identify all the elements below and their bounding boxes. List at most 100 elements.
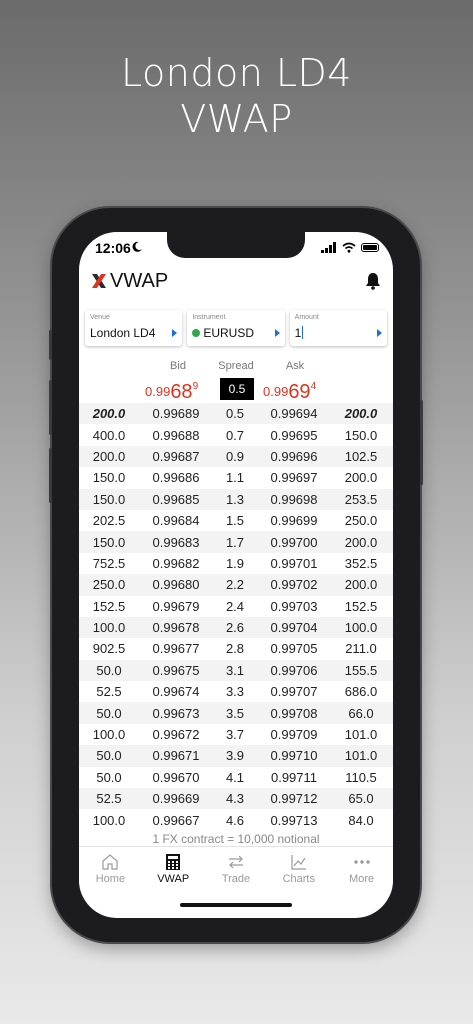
ladder-row[interactable]: 52.5 0.99674 3.3 0.99707 686.0 [79,681,393,702]
ladder-row[interactable]: 202.5 0.99684 1.5 0.99699 250.0 [79,510,393,531]
app-bar: VWAP [79,266,393,298]
footnote: 1 FX contract = 10,000 notional [152,832,320,846]
best-bid-price[interactable]: 0.99689 [145,381,198,404]
spread-value: 3.5 [225,705,245,721]
best-ask-sup: 4 [310,381,317,392]
bid-quantity: 100.0 [92,727,126,743]
ask-quantity: 152.5 [344,598,378,614]
venue-selector[interactable]: Venue London LD4 [85,310,183,346]
ask-quantity: 100.0 [344,620,378,636]
tab-more[interactable]: More [330,847,393,897]
spread-value: 1.9 [225,555,245,571]
ladder-row[interactable]: 100.0 0.99672 3.7 0.99709 101.0 [79,724,393,745]
bid-quantity: 100.0 [92,620,126,636]
instrument-arrow-icon [274,329,280,337]
ladder-row[interactable]: 50.0 0.99670 4.1 0.99711 110.5 [79,767,393,788]
ask-quantity: 250.0 [344,513,378,529]
bid-quantity: 50.0 [96,705,122,721]
bid-price: 0.99672 [152,727,200,743]
more-dots-icon [353,860,370,864]
spread-value: 2.8 [225,641,245,657]
tab-trade[interactable]: Trade [205,847,268,897]
bid-price: 0.99671 [152,748,200,764]
tab-charts[interactable]: Charts [267,847,330,897]
app-logo-icon [92,274,106,288]
bid-price: 0.99680 [152,577,200,593]
ladder-row[interactable]: 902.5 0.99677 2.8 0.99705 211.0 [79,638,393,659]
ladder-row[interactable]: 50.0 0.99673 3.5 0.99708 66.0 [79,702,393,724]
tab-home-label: Home [95,873,126,885]
bid-header: Bid [170,360,186,372]
ladder-row[interactable]: 752.5 0.99682 1.9 0.99701 352.5 [79,553,393,574]
tab-home[interactable]: Home [79,847,142,897]
spread-value: 0.5 [225,406,245,422]
bid-price: 0.99683 [152,534,200,550]
vwap-ladder: 200.0 0.99689 0.5 0.99694 200.0 400.0 0.99688 0… [79,403,393,831]
ask-quantity: 66.0 [348,705,374,721]
ask-quantity: 102.5 [344,448,378,464]
ask-price: 0.99705 [270,641,318,657]
ask-price: 0.99706 [270,662,318,678]
phone-power-button [420,400,423,485]
amount-field[interactable]: Amount 1 [289,310,387,346]
phone-volume-down [49,448,52,503]
ladder-row[interactable]: 150.0 0.99686 1.1 0.99697 200.0 [79,467,393,488]
bid-price: 0.99669 [152,791,200,807]
ask-price: 0.99699 [270,513,318,529]
bid-price: 0.99685 [152,491,200,507]
ask-header: Ask [285,360,305,372]
spread-value: 0.7 [225,427,245,443]
ladder-row[interactable]: 200.0 0.99689 0.5 0.99694 200.0 [79,403,393,425]
bell-icon[interactable] [365,272,381,290]
ladder-row[interactable]: 400.0 0.99688 0.7 0.99695 150.0 [79,424,393,445]
ladder-row[interactable]: 100.0 0.99678 2.6 0.99704 100.0 [79,616,393,639]
ladder-row[interactable]: 52.5 0.99669 4.3 0.99712 65.0 [79,788,393,810]
bid-quantity: 250.0 [92,577,126,593]
ask-price: 0.99704 [270,620,318,636]
venue-arrow-icon [172,329,178,337]
ask-quantity: 211.0 [345,641,377,657]
bid-price: 0.99686 [152,470,200,486]
home-indicator[interactable] [180,903,292,907]
bid-price: 0.99682 [152,555,200,571]
status-dot-icon [192,329,201,337]
promo-line-2: VWAP [180,97,293,141]
ladder-row[interactable]: 50.0 0.99675 3.1 0.99706 155.5 [79,659,393,682]
bid-quantity: 100.0 [92,812,126,828]
bid-price: 0.99670 [152,769,200,785]
ladder-row[interactable]: 150.0 0.99685 1.3 0.99698 253.5 [79,488,393,510]
bid-price: 0.99675 [152,662,200,678]
spread-value: 3.3 [225,684,245,700]
promo-heading: London LD4 VWAP [0,50,473,142]
best-bid-sup: 9 [192,381,199,392]
ask-quantity: 101.0 [344,727,378,743]
tab-vwap[interactable]: VWAP [142,847,205,897]
instrument-selector[interactable]: Instrument EURUSD [187,310,285,346]
ask-price: 0.99696 [270,448,318,464]
amount-value: 1 [294,326,302,340]
ladder-row[interactable]: 250.0 0.99680 2.2 0.99702 200.0 [79,574,393,596]
ladder-row[interactable]: 152.5 0.99679 2.4 0.99703 152.5 [79,596,393,617]
spread-value: 4.1 [225,769,245,785]
ask-quantity: 84.0 [348,812,374,828]
status-right [321,242,379,253]
instrument-label: Instrument [192,314,226,321]
bid-quantity: 150.0 [92,491,126,507]
ask-price: 0.99695 [270,427,318,443]
ask-quantity: 110.5 [345,769,377,785]
battery-icon [361,243,379,252]
best-ask-price[interactable]: 0.99694 [263,381,316,404]
best-bid-prefix: 0.99 [145,384,171,399]
ladder-row[interactable]: 150.0 0.99683 1.7 0.99700 200.0 [79,531,393,553]
spread-header: Spread [218,360,254,372]
ask-price: 0.99700 [270,534,318,550]
venue-value: London LD4 [90,326,156,340]
ladder-row[interactable]: 50.0 0.99671 3.9 0.99710 101.0 [79,745,393,767]
ladder-row[interactable]: 200.0 0.99687 0.9 0.99696 102.5 [79,445,393,468]
bid-price: 0.99674 [152,684,200,700]
moon-icon [132,241,142,252]
venue-label: Venue [90,314,110,321]
ask-price: 0.99694 [270,406,318,422]
home-icon [102,854,118,870]
ladder-row[interactable]: 100.0 0.99667 4.6 0.99713 84.0 [79,809,393,830]
